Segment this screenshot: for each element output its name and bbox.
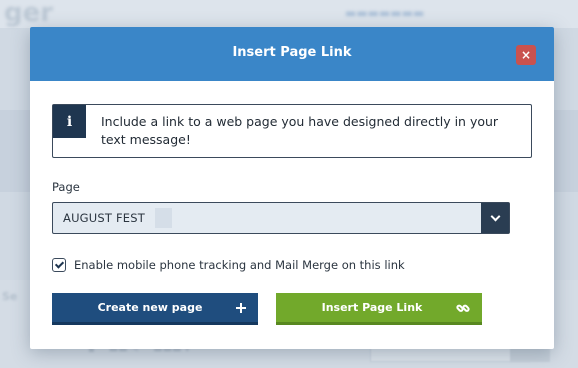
tracking-checkbox[interactable] [52, 258, 66, 272]
modal-title: Insert Page Link [232, 45, 352, 60]
close-icon: × [520, 48, 532, 62]
page-select-value-highlight [155, 208, 172, 228]
page-field-label: Page [52, 180, 80, 194]
create-new-page-label: Create new page [97, 301, 203, 314]
insert-page-link-label: Insert Page Link [321, 301, 423, 314]
insert-page-link-modal: Insert Page Link × i Include a link to a… [30, 27, 554, 349]
info-message-box: i Include a link to a web page you have … [52, 104, 532, 158]
info-icon: i [66, 113, 73, 130]
link-icon [456, 304, 470, 312]
insert-page-link-button[interactable]: Insert Page Link [276, 293, 482, 325]
page-select-value: AUGUST FEST [63, 211, 145, 225]
info-message-text: Include a link to a web page you have de… [101, 114, 499, 147]
checkmark-icon [54, 259, 64, 269]
tracking-checkbox-label: Enable mobile phone tracking and Mail Me… [74, 258, 405, 272]
tracking-option[interactable]: Enable mobile phone tracking and Mail Me… [52, 258, 405, 272]
plus-icon [236, 302, 246, 313]
close-button[interactable]: × [516, 45, 536, 65]
page-select-toggle-button[interactable] [481, 203, 509, 233]
chevron-down-icon [490, 211, 500, 221]
create-new-page-button[interactable]: Create new page [52, 293, 258, 325]
page-select[interactable]: AUGUST FEST [52, 202, 510, 234]
modal-header: Insert Page Link × [30, 27, 554, 81]
info-icon-badge: i [53, 105, 86, 138]
